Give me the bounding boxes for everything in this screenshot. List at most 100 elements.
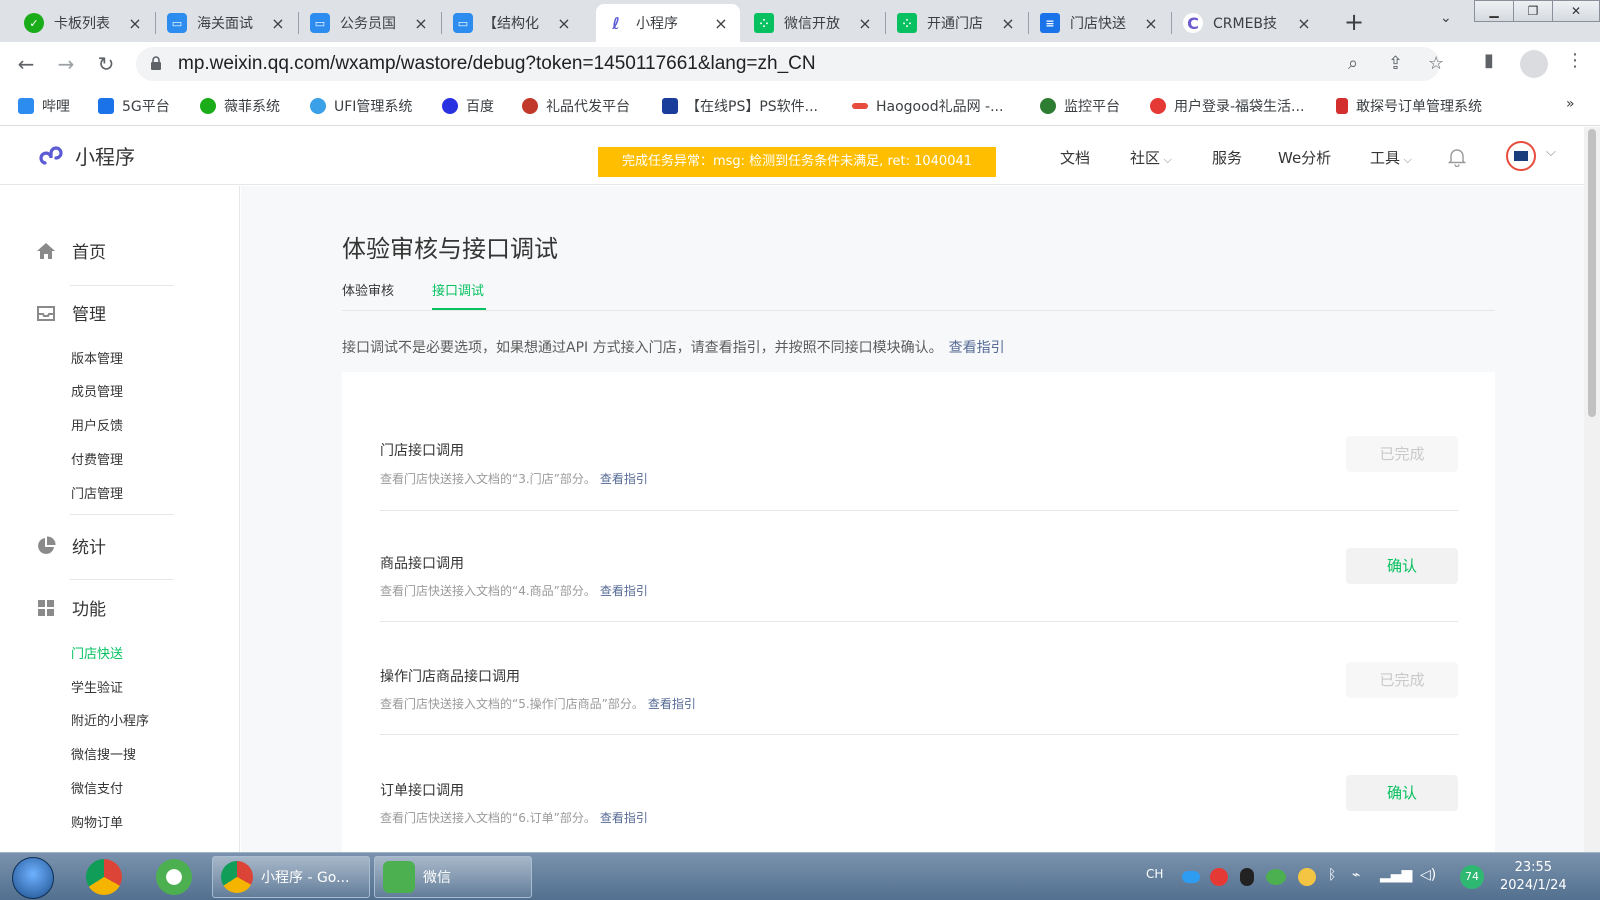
bookmark-item[interactable]: 5G平台 (98, 96, 170, 116)
restore-window-button[interactable]: ❐ (1513, 0, 1553, 22)
logo-text[interactable]: 小程序 (75, 141, 135, 170)
bookmark-item[interactable]: 薇菲系统 (200, 96, 280, 116)
forward-arrow-icon[interactable]: → (52, 50, 80, 78)
bluetooth-icon[interactable]: ᛒ (1328, 867, 1336, 883)
view-guide-link[interactable]: 查看指引 (949, 340, 1005, 356)
close-tab-icon[interactable]: × (856, 14, 874, 33)
bookmark-item[interactable]: 敢探号订单管理系统 (1336, 96, 1482, 116)
bookmark-item[interactable]: 用户登录-福袋生活... (1150, 96, 1304, 116)
sidebar-item-members[interactable]: 成员管理 (71, 381, 123, 400)
avatar[interactable] (1506, 141, 1536, 171)
ime-indicator[interactable]: CH (1146, 867, 1163, 881)
sidebar-item-payment[interactable]: 付费管理 (71, 449, 123, 468)
miniprogram-logo-icon[interactable] (36, 141, 66, 171)
sidebar-item-features[interactable]: 功能 (36, 595, 106, 620)
nav-we-analysis[interactable]: We分析 (1278, 147, 1331, 168)
usb-icon[interactable]: ⌁ (1352, 867, 1360, 883)
chevron-down-icon[interactable]: ⌵ (1546, 145, 1556, 160)
new-tab-button[interactable]: + (1340, 8, 1368, 36)
nav-docs[interactable]: 文档 (1060, 147, 1090, 168)
back-arrow-icon[interactable]: ← (12, 50, 40, 78)
system-clock[interactable]: 23:55 2024/1/24 (1500, 859, 1567, 895)
close-tab-icon[interactable]: × (269, 14, 287, 33)
wechat-tray-icon[interactable] (1266, 869, 1286, 885)
sidebar-item-feedback[interactable]: 用户反馈 (71, 415, 123, 434)
bookmark-item[interactable]: 哔哩 (18, 96, 70, 116)
view-guide-link[interactable]: 查看指引 (600, 472, 648, 486)
bookmark-item[interactable]: 礼品代发平台 (522, 96, 630, 116)
close-tab-icon[interactable]: × (555, 14, 573, 33)
nav-community[interactable]: 社区 ⌵ (1130, 147, 1172, 168)
volume-icon[interactable]: ◁) (1420, 867, 1436, 883)
url-text[interactable]: mp.weixin.qq.com/wxamp/wastore/debug?tok… (178, 53, 816, 75)
browser-tab[interactable]: ⁘ 开通门店 × (887, 4, 1027, 42)
bookmark-item[interactable]: 百度 (442, 96, 494, 116)
done-button[interactable]: 已完成 (1346, 436, 1458, 472)
minimize-window-button[interactable]: ▁ (1474, 0, 1514, 22)
bell-icon[interactable] (1448, 147, 1466, 167)
windows-start-icon[interactable] (12, 857, 54, 899)
confirm-button[interactable]: 确认 (1346, 548, 1458, 584)
sidebar-item-store-delivery[interactable]: 门店快送 (71, 643, 123, 662)
close-tab-icon[interactable]: × (412, 14, 430, 33)
tab-search-chevron-icon[interactable]: ⌄ (1440, 10, 1452, 26)
taskbar-chrome-window[interactable]: 小程序 - Go... (212, 856, 370, 898)
sidebar-item-orders[interactable]: 购物订单 (71, 812, 123, 831)
bookmark-star-icon[interactable]: ☆ (1428, 53, 1444, 74)
address-bar[interactable]: mp.weixin.qq.com/wxamp/wastore/debug?tok… (136, 47, 1444, 81)
page-scrollbar[interactable] (1584, 127, 1600, 852)
tab-api-debug[interactable]: 接口调试 (432, 280, 484, 299)
sidebar-item-manage[interactable]: 管理 (36, 300, 106, 325)
cloud-icon[interactable] (1182, 871, 1200, 883)
sidebar-item-nearby[interactable]: 附近的小程序 (71, 710, 149, 729)
sidebar-item-student-verify[interactable]: 学生验证 (71, 677, 123, 696)
sidebar-item-version[interactable]: 版本管理 (71, 348, 123, 367)
bookmark-item[interactable]: UFI管理系统 (310, 96, 412, 116)
browser-tab-active[interactable]: ℓ 小程序 × (596, 4, 740, 42)
sogou-icon[interactable] (1210, 868, 1228, 886)
bookmark-item[interactable]: 监控平台 (1040, 96, 1120, 116)
scrollbar-thumb[interactable] (1588, 129, 1596, 417)
browser-tab[interactable]: ▭ 公务员国 × (300, 4, 440, 42)
sidebar-item-store[interactable]: 门店管理 (71, 483, 123, 502)
view-guide-link[interactable]: 查看指引 (600, 811, 648, 825)
side-panel-icon[interactable]: ▮ (1484, 50, 1494, 71)
close-tab-icon[interactable]: × (1295, 14, 1313, 33)
browser-tab[interactable]: C CRMEB技 × (1173, 4, 1323, 42)
network-signal-icon[interactable]: ▂▄▆ (1380, 867, 1412, 883)
bookmarks-overflow-button[interactable]: » (1566, 96, 1575, 112)
share-icon[interactable]: ⇪ (1388, 53, 1403, 74)
view-guide-link[interactable]: 查看指引 (648, 697, 696, 711)
close-tab-icon[interactable]: × (1142, 14, 1160, 33)
sidebar-item-wechat-pay[interactable]: 微信支付 (71, 778, 123, 797)
close-tab-icon[interactable]: × (126, 14, 144, 33)
taskbar-wechat-window[interactable]: 微信 (374, 856, 532, 898)
confirm-button[interactable]: 确认 (1346, 775, 1458, 811)
close-window-button[interactable]: ✕ (1552, 0, 1600, 22)
qq-icon[interactable] (1240, 868, 1254, 886)
battery-indicator[interactable]: 74 (1460, 865, 1484, 889)
browser-tab[interactable]: ✓ 卡板列表 × (14, 4, 154, 42)
browser-tab[interactable]: ⁘ 微信开放 × (744, 4, 884, 42)
profile-icon[interactable] (1520, 50, 1548, 78)
sidebar-item-home[interactable]: 首页 (36, 238, 106, 263)
close-tab-icon[interactable]: × (712, 14, 730, 33)
reload-icon[interactable]: ↻ (92, 50, 120, 78)
done-button[interactable]: 已完成 (1346, 662, 1458, 698)
sidebar-item-wechat-search[interactable]: 微信搜一搜 (71, 744, 136, 763)
sidebar-item-stats[interactable]: 统计 (36, 533, 106, 558)
close-tab-icon[interactable]: × (999, 14, 1017, 33)
nav-tools[interactable]: 工具 ⌵ (1370, 147, 1412, 168)
tray-app-icon[interactable] (1298, 868, 1316, 886)
nav-service[interactable]: 服务 (1212, 147, 1242, 168)
browser-menu-icon[interactable]: ⋮ (1566, 50, 1584, 71)
tab-review[interactable]: 体验审核 (342, 280, 394, 299)
browser-tab[interactable]: ▭ 海关面试 × (157, 4, 297, 42)
chrome-icon[interactable] (86, 859, 122, 895)
view-guide-link[interactable]: 查看指引 (600, 584, 648, 598)
ie-browser-icon[interactable] (156, 859, 192, 895)
bookmark-item[interactable]: Haogood礼品网 -... (852, 96, 1003, 116)
browser-tab[interactable]: ≡ 门店快送 × (1030, 4, 1170, 42)
zoom-icon[interactable]: ⌕ (1348, 53, 1358, 74)
bookmark-item[interactable]: 【在线PS】PS软件... (662, 96, 818, 116)
